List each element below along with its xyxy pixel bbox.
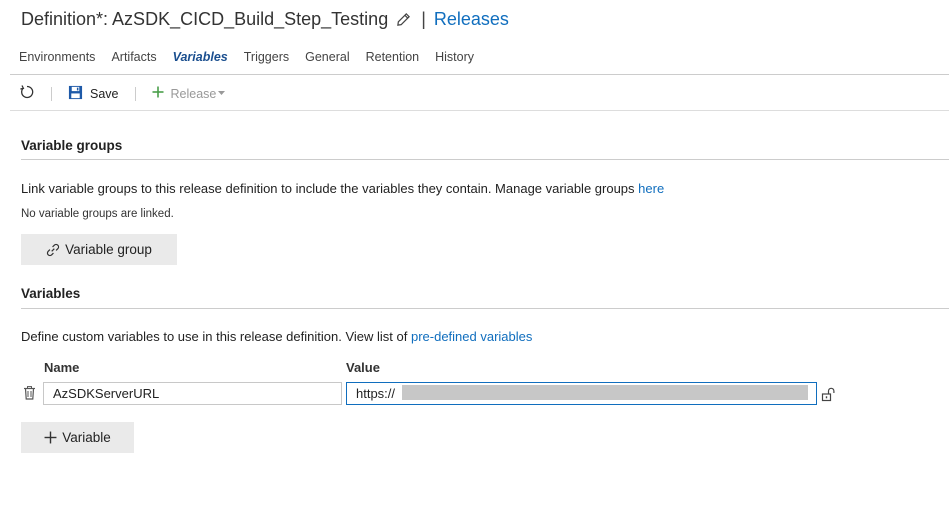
page-title: Definition*: AzSDK_CICD_Build_Step_Testi… [21,9,389,29]
tab-general[interactable]: General [305,50,349,64]
link-icon [46,243,60,257]
variable-groups-heading: Variable groups [21,138,123,153]
refresh-icon [19,84,35,103]
predefined-variables-link[interactable]: pre-defined variables [411,329,532,344]
tab-artifacts[interactable]: Artifacts [111,50,156,64]
variables-divider [21,308,949,309]
plus-icon [44,431,57,444]
variable-groups-description: Link variable groups to this release def… [21,181,664,196]
name-column-header: Name [44,360,80,375]
tab-triggers[interactable]: Triggers [244,50,289,64]
variable-groups-description-text: Link variable groups to this release def… [21,181,635,196]
variables-description: Define custom variables to use in this r… [21,329,532,344]
pencil-icon[interactable] [396,11,411,32]
tab-retention[interactable]: Retention [366,50,420,64]
variables-heading: Variables [21,286,81,301]
variable-name-input[interactable]: AzSDKServerURL [43,382,342,405]
lock-icon[interactable] [821,386,837,407]
tab-variables[interactable]: Variables [173,50,228,64]
release-button[interactable]: Release [152,86,226,101]
save-button[interactable]: Save [68,85,119,103]
add-variable-group-label: Variable group [65,242,152,257]
trash-icon[interactable] [23,386,36,405]
add-variable-label: Variable [62,430,111,445]
save-label: Save [90,86,119,101]
tabs-divider [10,74,949,75]
toolbar-separator [134,86,136,101]
toolbar-separator [51,86,52,101]
definition-tabs: Environments Artifacts Variables Triggers Ge… [19,50,490,64]
value-column-header: Value [346,360,380,375]
title-separator: | [421,9,426,29]
variables-description-text: Define custom variables to use in this r… [21,329,408,344]
redacted-value-overlay [402,385,808,400]
release-label: Release [170,86,217,101]
tab-environments[interactable]: Environments [19,50,95,64]
caret-down-icon [218,91,226,96]
save-icon [68,85,83,103]
releases-link[interactable]: Releases [434,9,509,29]
manage-variable-groups-link[interactable]: here [638,181,664,196]
variable-groups-divider [21,159,949,160]
page-title-bar: Definition*: AzSDK_CICD_Build_Step_Testi… [21,9,509,32]
toolbar-divider [10,110,949,111]
no-variable-groups-text: No variable groups are linked. [21,208,174,220]
refresh-button[interactable] [19,84,35,103]
tab-history[interactable]: History [435,50,474,64]
add-variable-button[interactable]: Variable [21,422,134,453]
plus-icon [152,86,164,101]
toolbar: Save Release [19,84,226,104]
add-variable-group-button[interactable]: Variable group [21,234,177,265]
